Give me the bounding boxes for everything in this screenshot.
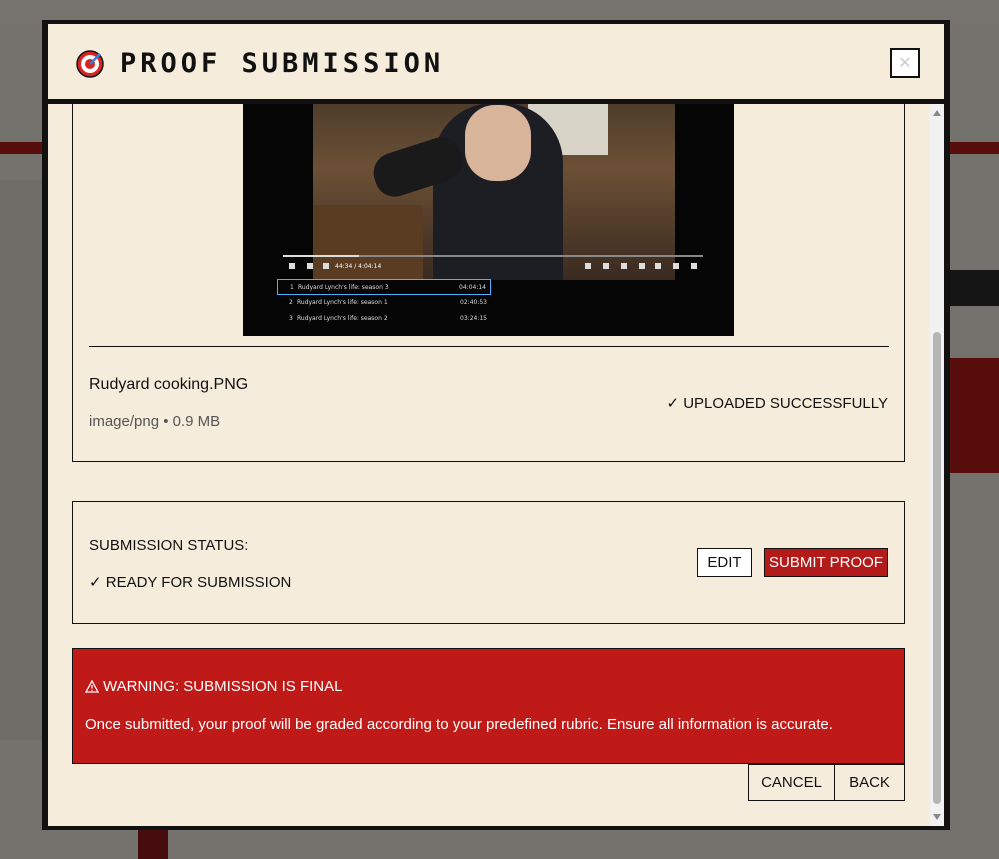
pip-icon [673,263,679,269]
cancel-button[interactable]: CANCEL [748,764,835,801]
playlist-item: 1 Rudyard Lynch's life: season 3 04:04:1… [277,279,491,295]
player-progress-track [283,255,703,257]
submission-status-label: SUBMISSION STATUS: [89,537,249,554]
modal-header: PROOF SUBMISSION ✕ [48,24,944,104]
modal-scrollbar[interactable] [930,104,944,826]
uploaded-file-card: 44:34 / 4:04:14 1 Rudyard Lynch's life: … [72,104,905,462]
volume-icon [323,263,329,269]
file-name: Rudyard cooking.PNG [89,376,249,393]
playlist-index: 1 [290,284,294,291]
warning-title-row: WARNING: SUBMISSION IS FINAL [85,678,342,695]
playlist-item: 2 Rudyard Lynch's life: season 1 02:40:5… [277,295,491,311]
player-controls: 44:34 / 4:04:14 [283,255,703,279]
modal-body: PROOF SUBMISSION ✕ 44:34 / 4:04:14 1 Rud… [48,24,944,826]
contrast-icon [639,263,645,269]
file-divider [89,346,889,347]
upload-status: ✓ UPLOADED SUCCESSFULLY [666,395,888,412]
loop-icon [307,263,313,269]
playlist-title: Rudyard Lynch's life: season 1 [297,299,388,306]
playlist-item: 3 Rudyard Lynch's life: season 2 03:24:1… [277,311,491,327]
playlist-title: Rudyard Lynch's life: season 2 [297,315,388,322]
playlist: 1 Rudyard Lynch's life: season 3 04:04:1… [277,279,491,327]
submission-status-value: ✓ READY FOR SUBMISSION [89,574,292,591]
modal-scroll-area[interactable]: 44:34 / 4:04:14 1 Rudyard Lynch's life: … [48,104,930,826]
modal-title: PROOF SUBMISSION [120,48,445,79]
scroll-down-icon[interactable] [933,814,941,820]
proof-submission-modal: PROOF SUBMISSION ✕ 44:34 / 4:04:14 1 Rud… [42,20,950,830]
warning-icon [85,680,99,693]
warning-title: WARNING: SUBMISSION IS FINAL [103,678,343,695]
previous-icon [585,263,591,269]
playlist-duration: 03:24:15 [460,315,487,322]
submission-status-card: SUBMISSION STATUS: ✓ READY FOR SUBMISSIO… [72,501,905,624]
scroll-up-icon[interactable] [933,110,941,116]
edit-button[interactable]: EDIT [697,548,752,577]
close-button[interactable]: ✕ [890,48,920,78]
face-shape [465,105,531,181]
warning-text: Once submitted, your proof will be grade… [85,716,833,733]
playlist-index: 2 [289,299,293,306]
file-meta: image/png • 0.9 MB [89,413,221,430]
playlist-duration: 04:04:14 [459,284,486,291]
player-time: 44:34 / 4:04:14 [335,263,382,270]
settings-icon [655,263,661,269]
pause-icon [289,263,295,269]
submit-proof-button[interactable]: SUBMIT PROOF [764,548,888,577]
playlist-title: Rudyard Lynch's life: season 3 [298,284,389,291]
playlist-duration: 02:40:53 [460,299,487,306]
captions-icon [621,263,627,269]
modal-title-group: PROOF SUBMISSION [76,48,444,79]
file-preview-image: 44:34 / 4:04:14 1 Rudyard Lynch's life: … [243,104,734,336]
player-progress-fill [283,255,359,257]
video-frame [313,104,675,280]
target-icon [76,49,104,78]
back-button[interactable]: BACK [835,764,905,801]
footer-buttons: CANCEL BACK [748,764,905,801]
playlist-index: 3 [289,315,293,322]
scrollbar-thumb[interactable] [933,332,941,804]
final-warning-banner: WARNING: SUBMISSION IS FINAL Once submit… [72,648,905,764]
next-icon [603,263,609,269]
fullscreen-icon [691,263,697,269]
